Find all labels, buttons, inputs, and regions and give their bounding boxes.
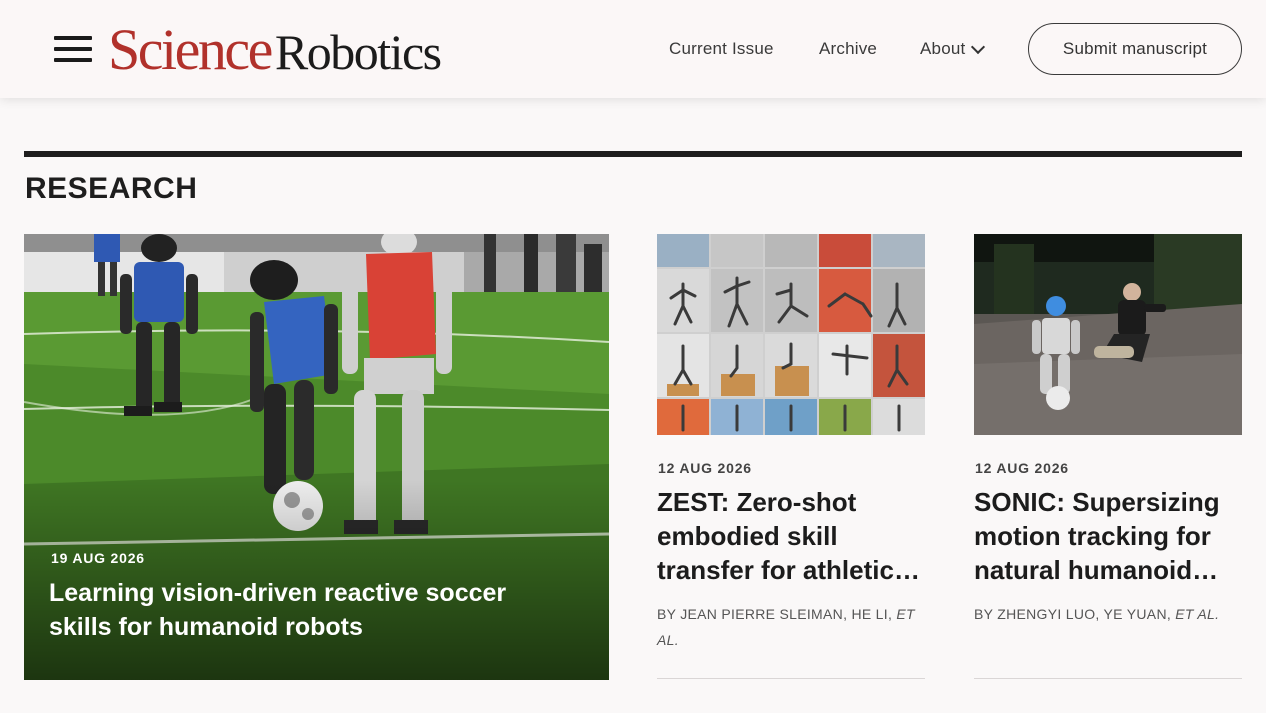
site-header: Science Robotics Current Issue Archive A…	[0, 0, 1266, 98]
section-title: RESEARCH	[25, 172, 198, 205]
card-divider	[974, 678, 1242, 679]
article-date: 12 AUG 2026	[975, 460, 1069, 476]
article-date: 12 AUG 2026	[658, 460, 752, 476]
article-title[interactable]: SONIC: Supersizing motion tracking for n…	[974, 485, 1242, 587]
authors-list: BY JEAN PIERRE SLEIMAN, HE LI,	[657, 606, 893, 622]
article-authors: BY JEAN PIERRE SLEIMAN, HE LI, ET AL.	[657, 601, 925, 653]
logo-science: Science	[108, 17, 273, 82]
logo-robotics: Robotics	[274, 24, 442, 80]
submit-manuscript-button[interactable]: Submit manuscript	[1028, 23, 1242, 75]
article-thumbnail-sonic	[974, 234, 1242, 435]
article-thumbnail-zest	[657, 234, 925, 435]
featured-article-card[interactable]: 19 AUG 2026 Learning vision-driven react…	[24, 234, 609, 680]
nav-archive[interactable]: Archive	[819, 36, 877, 62]
article-title[interactable]: ZEST: Zero-shot embodied skill transfer …	[657, 485, 925, 587]
section-rule	[24, 151, 1242, 157]
featured-title[interactable]: Learning vision-driven reactive soccer s…	[49, 576, 569, 644]
hamburger-menu-icon[interactable]	[52, 34, 94, 64]
authors-list: BY ZHENGYI LUO, YE YUAN,	[974, 606, 1172, 622]
article-card-sonic[interactable]: 12 AUG 2026 SONIC: Supersizing motion tr…	[974, 234, 1242, 679]
chevron-down-icon	[971, 39, 986, 54]
nav-current-issue[interactable]: Current Issue	[669, 36, 774, 62]
site-logo[interactable]: Science Robotics	[108, 17, 442, 82]
featured-date: 19 AUG 2026	[51, 550, 145, 566]
article-authors: BY ZHENGYI LUO, YE YUAN, ET AL.	[974, 601, 1242, 627]
card-divider	[657, 678, 925, 679]
article-card-zest[interactable]: 12 AUG 2026 ZEST: Zero-shot embodied ski…	[657, 234, 925, 679]
nav-about-label: About	[920, 39, 966, 58]
authors-et-al: ET AL.	[1175, 606, 1220, 622]
nav-about[interactable]: About	[920, 36, 986, 62]
